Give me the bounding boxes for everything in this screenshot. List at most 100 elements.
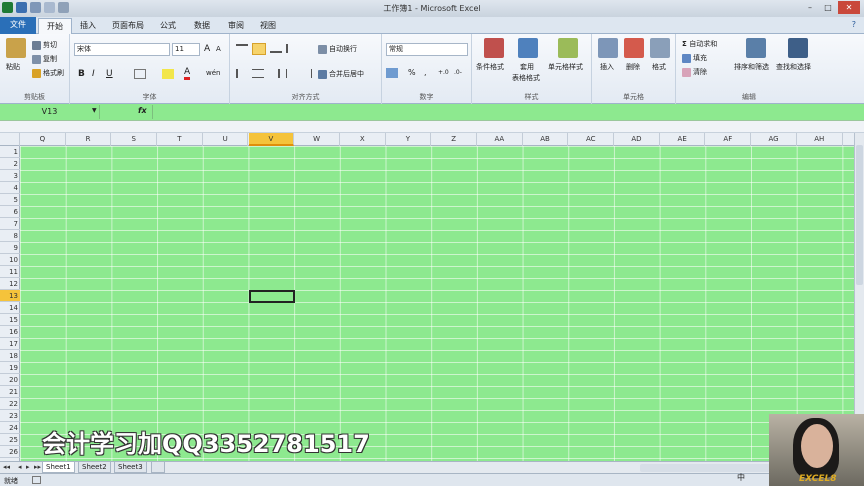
row-header-12[interactable]: 12 [0,278,20,290]
column-header-x[interactable]: X [340,133,386,146]
row-header-4[interactable]: 4 [0,182,20,194]
number-format-select[interactable]: 常规 [386,43,468,56]
insert-sheet-icon[interactable] [151,462,165,473]
column-header-v[interactable]: V [248,133,295,146]
accounting-format-button[interactable] [386,68,398,78]
row-header-2[interactable]: 2 [0,158,20,170]
tab-data[interactable]: 数据 [188,18,216,34]
row-header-3[interactable]: 3 [0,170,20,182]
merge-center-button[interactable]: 合并后居中 [318,69,364,79]
vertical-scrollbar[interactable] [854,133,864,461]
sheet-tab-3[interactable]: Sheet3 [114,462,147,473]
comma-button[interactable]: , [424,68,427,77]
close-button[interactable]: ✕ [838,1,860,14]
border-button[interactable] [134,69,146,79]
align-top-button[interactable] [236,44,248,53]
paste-button[interactable]: 粘贴 [6,62,20,72]
row-header-11[interactable]: 11 [0,266,20,278]
delete-cells-icon[interactable] [624,38,644,58]
column-header-r[interactable]: R [66,133,112,146]
column-header-ad[interactable]: AD [614,133,660,146]
cell-styles-icon[interactable] [558,38,578,58]
row-header-19[interactable]: 19 [0,362,20,374]
insert-function-button[interactable]: fx [138,106,147,115]
column-header-q[interactable]: Q [20,133,66,146]
column-header-y[interactable]: Y [386,133,432,146]
format-painter-button[interactable]: 格式刷 [32,68,64,78]
sheet-tab-2[interactable]: Sheet2 [78,462,111,473]
column-header-z[interactable]: Z [431,133,477,146]
column-header-ac[interactable]: AC [568,133,615,146]
row-header-20[interactable]: 20 [0,374,20,386]
formula-input[interactable] [152,105,860,119]
tab-file[interactable]: 文件 [0,17,36,34]
align-right-button[interactable] [268,69,280,78]
row-header-16[interactable]: 16 [0,326,20,338]
paste-icon[interactable] [6,38,26,58]
row-header-18[interactable]: 18 [0,350,20,362]
prev-sheet-icon[interactable]: ◂ [18,463,22,471]
percent-button[interactable]: % [408,68,416,77]
row-header-15[interactable]: 15 [0,314,20,326]
format-cells-icon[interactable] [650,38,670,58]
clear-button[interactable]: 清除 [682,67,707,77]
minimize-button[interactable]: – [802,1,818,14]
tab-home[interactable]: 开始 [38,18,72,34]
insert-cells-icon[interactable] [598,38,618,58]
next-sheet-icon[interactable]: ▸ [26,463,30,471]
align-left-button[interactable] [236,69,248,78]
fill-button[interactable]: 填充 [682,53,707,63]
name-box-dropdown-icon[interactable]: ▼ [92,107,97,114]
font-name-select[interactable]: 宋体 [74,43,170,56]
row-header-1[interactable]: 1 [0,146,20,158]
help-icon[interactable]: ? [852,20,856,29]
row-header-21[interactable]: 21 [0,386,20,398]
row-header-10[interactable]: 10 [0,254,20,266]
row-header-5[interactable]: 5 [0,194,20,206]
increase-decimal-button[interactable]: +.0 [438,69,449,76]
column-header-w[interactable]: W [294,133,340,146]
cut-button[interactable]: 剪切 [32,40,57,50]
column-header-s[interactable]: S [111,133,158,146]
tab-formulas[interactable]: 公式 [154,18,182,34]
increase-indent-button[interactable] [300,69,312,78]
delete-cells-button[interactable]: 删除 [626,62,640,72]
insert-cells-button[interactable]: 插入 [600,62,614,72]
binoculars-icon[interactable] [788,38,808,58]
align-middle-button[interactable] [252,43,266,55]
first-sheet-icon[interactable]: ◂◂ [3,463,10,471]
find-select-button[interactable]: 查找和选择 [776,62,811,72]
column-header-af[interactable]: AF [706,133,752,146]
tab-insert[interactable]: 插入 [74,18,102,34]
horizontal-scrollbar[interactable] [640,464,770,472]
font-size-select[interactable]: 11 [172,43,200,56]
row-header-17[interactable]: 17 [0,338,20,350]
row-header-23[interactable]: 23 [0,410,20,422]
column-header-u[interactable]: U [203,133,249,146]
row-header-7[interactable]: 7 [0,218,20,230]
fill-color-button[interactable] [162,69,174,79]
macro-record-icon[interactable] [32,476,41,484]
vertical-scroll-thumb[interactable] [856,145,863,285]
name-box[interactable]: V13 [0,105,100,119]
align-bottom-button[interactable] [270,44,282,53]
tab-page-layout[interactable]: 页面布局 [108,18,148,34]
pinyin-button[interactable]: wén [206,69,220,77]
underline-button[interactable]: U [106,69,113,79]
sheet-tab-1[interactable]: Sheet1 [42,462,75,473]
column-header-ab[interactable]: AB [523,133,569,146]
column-header-aa[interactable]: AA [477,133,523,146]
column-header-ah[interactable]: AH [797,133,843,146]
format-cells-button[interactable]: 格式 [652,62,666,72]
align-center-button[interactable] [252,69,264,78]
maximize-button[interactable]: □ [820,1,836,14]
cell-styles-button[interactable]: 单元格样式 [548,62,583,72]
worksheet-grid[interactable]: Q R S T U V W X Y Z AA AB AC AD AE AF AG AH 1 2 3 4 5 6 7 8 9 10 11… [0,133,854,461]
row-header-26[interactable]: 26 [0,446,20,458]
decrease-decimal-button[interactable]: .0- [454,69,462,76]
grow-font-button[interactable]: A [204,44,210,54]
conditional-format-button[interactable]: 条件格式 [476,62,504,72]
row-header-14[interactable]: 14 [0,302,20,314]
last-sheet-icon[interactable]: ▸▸ [34,463,41,471]
column-header-ag[interactable]: AG [751,133,797,146]
